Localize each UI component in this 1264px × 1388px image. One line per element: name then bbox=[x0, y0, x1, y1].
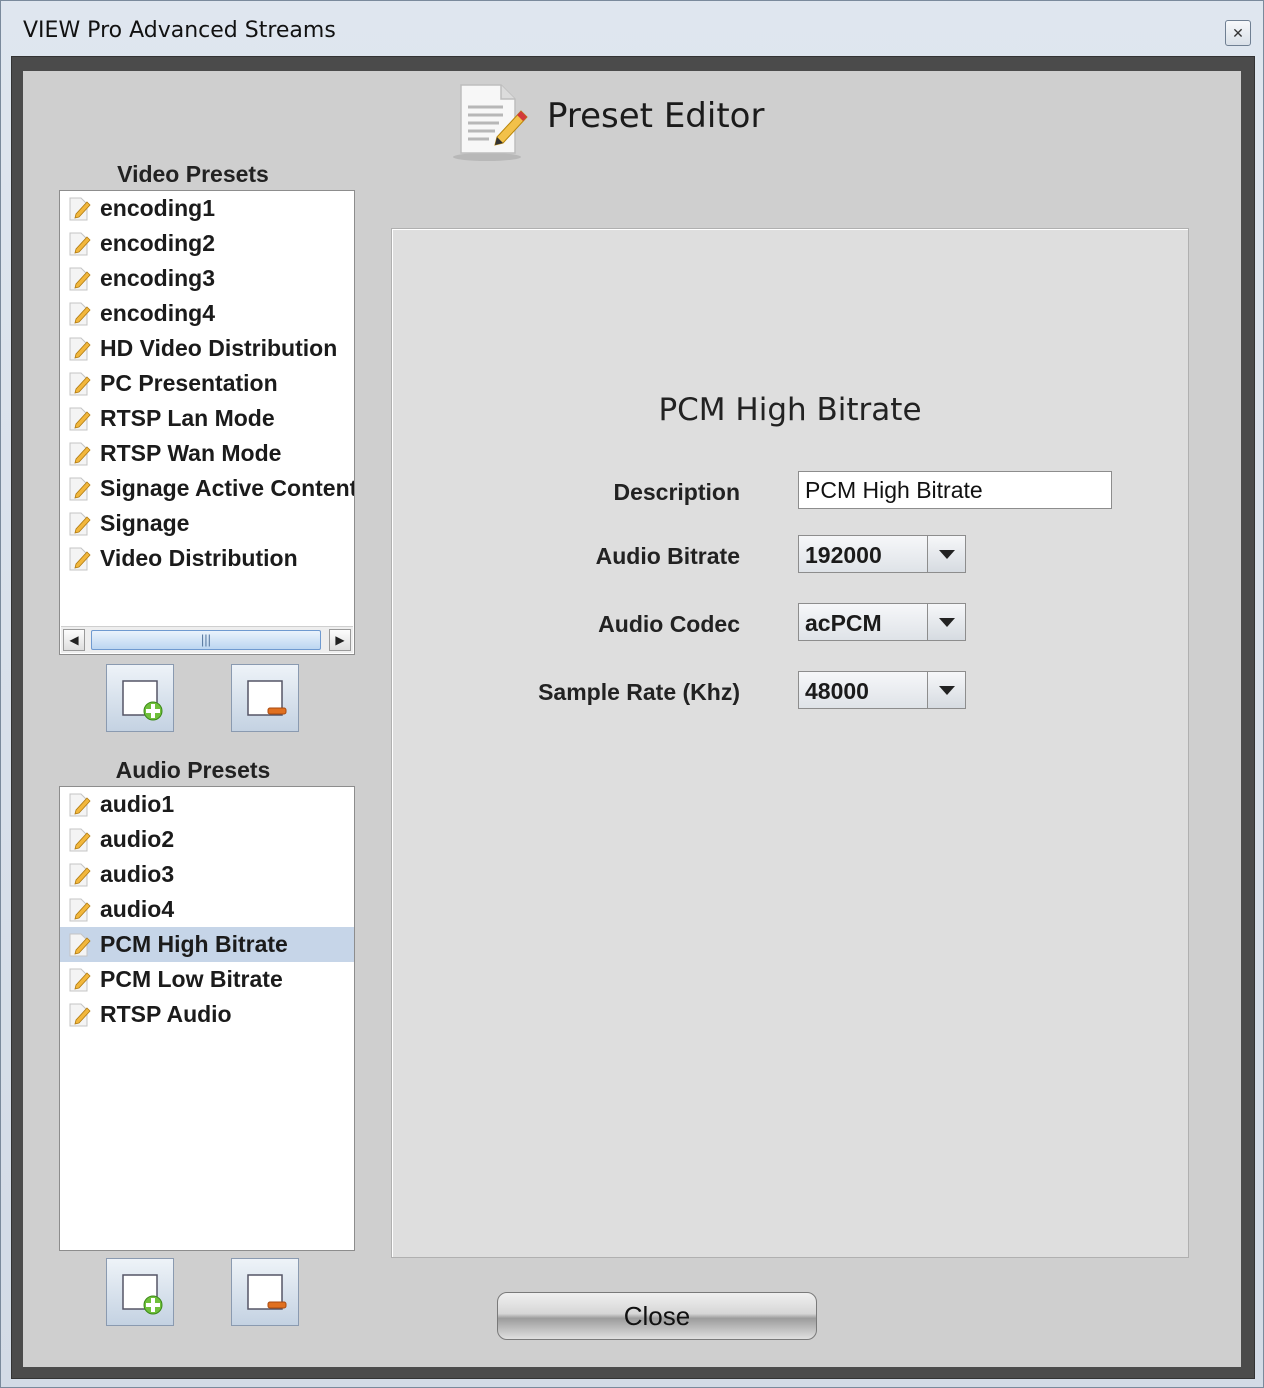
preset-document-icon bbox=[66, 792, 92, 818]
remove-audio-preset-button[interactable] bbox=[231, 1258, 299, 1326]
scrollbar-thumb[interactable]: ||| bbox=[91, 630, 321, 650]
preset-document-icon bbox=[66, 827, 92, 853]
preset-document-icon bbox=[66, 301, 92, 327]
preset-document-icon bbox=[66, 266, 92, 292]
description-label: Description bbox=[613, 479, 740, 505]
preset-label: Video Distribution bbox=[100, 545, 298, 571]
audio-codec-label: Audio Codec bbox=[598, 611, 740, 637]
preset-label: audio2 bbox=[100, 826, 175, 852]
preset-document-icon bbox=[66, 336, 92, 362]
audio-preset-list-item[interactable]: PCM Low Bitrate bbox=[60, 962, 354, 997]
preset-document-icon bbox=[66, 371, 92, 397]
preset-label: RTSP Wan Mode bbox=[100, 440, 282, 466]
preset-label: HD Video Distribution bbox=[100, 335, 338, 361]
video-preset-list-item[interactable]: encoding1 bbox=[60, 191, 354, 226]
preset-label: audio3 bbox=[100, 861, 175, 887]
preset-document-icon bbox=[66, 546, 92, 572]
app-window: VIEW Pro Advanced Streams ✕ Preset Edito… bbox=[0, 0, 1264, 1388]
chevron-down-icon[interactable] bbox=[927, 672, 965, 708]
scroll-right-button[interactable]: ▶ bbox=[329, 629, 351, 651]
preset-label: Signage Active Content bbox=[100, 475, 355, 501]
remove-video-preset-button[interactable] bbox=[231, 664, 299, 732]
preset-label: RTSP Lan Mode bbox=[100, 405, 275, 431]
audio-presets-heading: Audio Presets bbox=[115, 757, 271, 783]
title-bar[interactable]: VIEW Pro Advanced Streams ✕ bbox=[1, 1, 1263, 55]
chevron-down-icon[interactable] bbox=[927, 604, 965, 640]
preset-label: encoding1 bbox=[100, 195, 216, 221]
add-icon bbox=[122, 680, 163, 721]
audio-preset-list-item[interactable]: audio4 bbox=[60, 892, 354, 927]
audio-preset-list-item[interactable]: PCM High Bitrate bbox=[60, 927, 354, 962]
audio-presets-list[interactable]: audio1 audio2 audio3 audio4 PCM High Bitrate… bbox=[59, 786, 355, 1251]
audio-preset-list-item[interactable]: RTSP Audio bbox=[60, 997, 354, 1032]
preset-document-icon bbox=[66, 406, 92, 432]
scroll-left-button[interactable]: ◀ bbox=[63, 629, 85, 651]
preset-document-icon bbox=[66, 511, 92, 537]
video-list-horizontal-scrollbar[interactable]: ◀ ||| ▶ bbox=[61, 626, 353, 653]
video-preset-list-item[interactable]: Signage bbox=[60, 506, 354, 541]
audio-codec-select[interactable]: acPCM bbox=[798, 603, 966, 641]
remove-icon bbox=[247, 680, 287, 716]
audio-preset-list-item[interactable]: audio3 bbox=[60, 857, 354, 892]
video-preset-list-item[interactable]: Video Distribution bbox=[60, 541, 354, 576]
preset-document-icon bbox=[66, 476, 92, 502]
video-preset-list-item[interactable]: Signage Active Content bbox=[60, 471, 354, 506]
preset-label: PCM Low Bitrate bbox=[100, 966, 283, 992]
preset-label: PCM High Bitrate bbox=[100, 931, 288, 957]
preset-document-icon bbox=[66, 441, 92, 467]
preset-document-icon bbox=[66, 897, 92, 923]
sample-rate-select[interactable]: 48000 bbox=[798, 671, 966, 709]
preset-label: encoding2 bbox=[100, 230, 216, 256]
video-preset-list-item[interactable]: RTSP Wan Mode bbox=[60, 436, 354, 471]
add-icon bbox=[122, 1274, 163, 1315]
preset-label: encoding4 bbox=[100, 300, 216, 326]
add-audio-preset-button[interactable] bbox=[106, 1258, 174, 1326]
page-title: Preset Editor bbox=[547, 96, 765, 136]
preset-name-heading: PCM High Bitrate bbox=[658, 392, 922, 428]
preset-document-icon bbox=[66, 862, 92, 888]
add-video-preset-button[interactable] bbox=[106, 664, 174, 732]
preset-document-icon bbox=[66, 196, 92, 222]
description-input[interactable] bbox=[798, 471, 1112, 509]
preset-label: RTSP Audio bbox=[100, 1001, 232, 1027]
audio-codec-value: acPCM bbox=[805, 610, 882, 636]
preset-document-icon bbox=[66, 231, 92, 257]
preset-label: audio1 bbox=[100, 791, 175, 817]
preset-label: encoding3 bbox=[100, 265, 216, 291]
audio-preset-list-item[interactable]: audio1 bbox=[60, 787, 354, 822]
document-edit-icon bbox=[453, 84, 528, 161]
audio-bitrate-value: 192000 bbox=[805, 542, 882, 568]
preset-label: Signage bbox=[100, 510, 190, 536]
close-button[interactable]: Close bbox=[497, 1292, 817, 1340]
chevron-down-icon[interactable] bbox=[927, 536, 965, 572]
window-close-button[interactable]: ✕ bbox=[1225, 20, 1251, 46]
video-preset-list-item[interactable]: encoding2 bbox=[60, 226, 354, 261]
preset-editor-panel: PCM High Bitrate Description Audio Bitra… bbox=[391, 228, 1189, 1258]
preset-label: audio4 bbox=[100, 896, 175, 922]
audio-preset-list-item[interactable]: audio2 bbox=[60, 822, 354, 857]
window-title: VIEW Pro Advanced Streams bbox=[23, 18, 336, 43]
preset-label: PC Presentation bbox=[100, 370, 278, 396]
audio-bitrate-label: Audio Bitrate bbox=[595, 543, 740, 569]
audio-bitrate-select[interactable]: 192000 bbox=[798, 535, 966, 573]
remove-icon bbox=[247, 1274, 287, 1310]
preset-document-icon bbox=[66, 932, 92, 958]
preset-document-icon bbox=[66, 1002, 92, 1028]
sample-rate-value: 48000 bbox=[805, 678, 869, 704]
video-preset-list-item[interactable]: PC Presentation bbox=[60, 366, 354, 401]
sample-rate-label: Sample Rate (Khz) bbox=[538, 679, 740, 705]
video-preset-list-item[interactable]: RTSP Lan Mode bbox=[60, 401, 354, 436]
video-preset-list-item[interactable]: encoding3 bbox=[60, 261, 354, 296]
video-preset-list-item[interactable]: encoding4 bbox=[60, 296, 354, 331]
video-presets-list[interactable]: encoding1 encoding2 encoding3 encoding4 HD V… bbox=[59, 190, 355, 655]
video-presets-heading: Video Presets bbox=[117, 161, 269, 187]
video-preset-list-item[interactable]: HD Video Distribution bbox=[60, 331, 354, 366]
preset-document-icon bbox=[66, 967, 92, 993]
